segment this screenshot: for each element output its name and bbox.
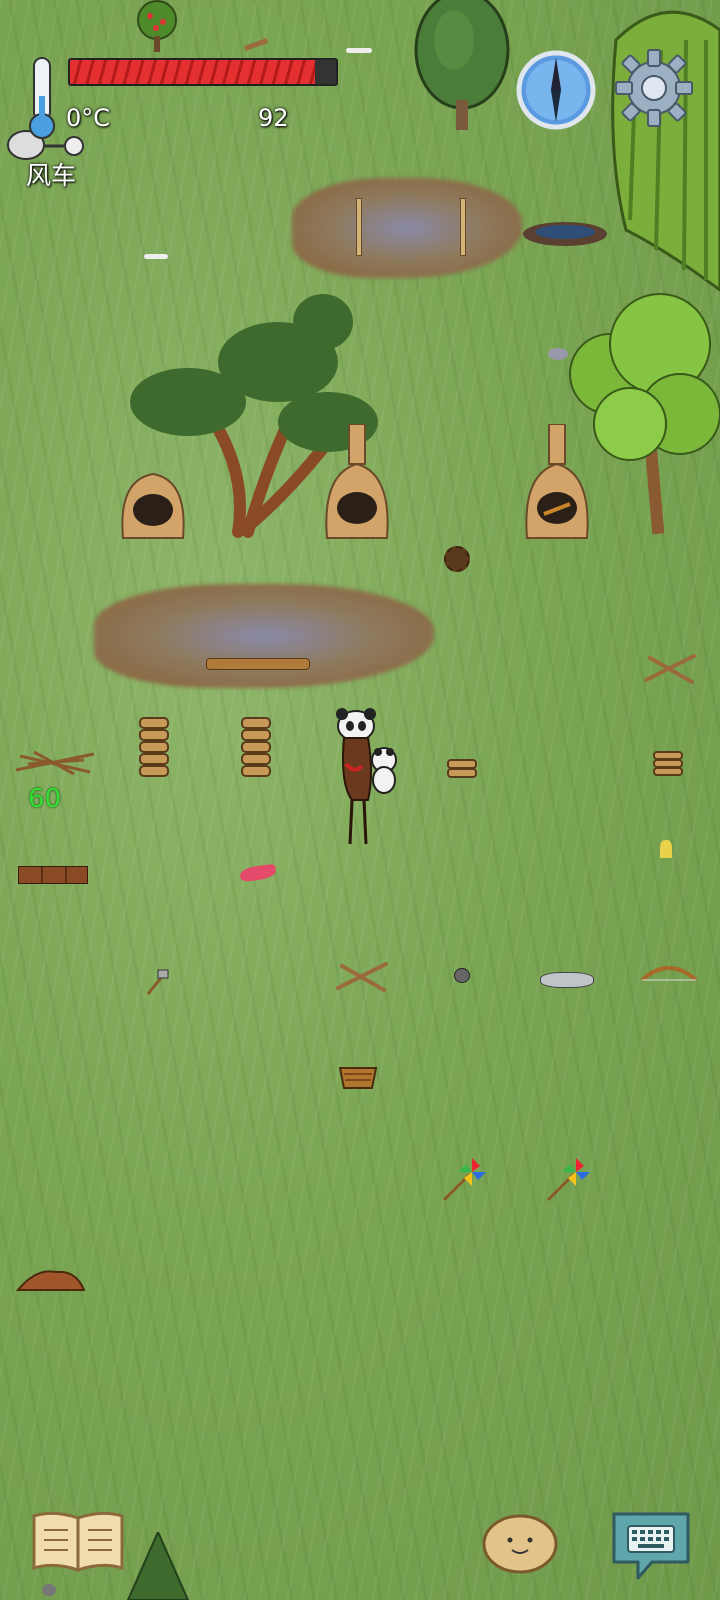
raw-meat-item[interactable] <box>239 863 277 883</box>
dirt-mound[interactable] <box>16 1266 86 1292</box>
game-world[interactable]: 60 <box>0 0 720 1600</box>
adobe-oven[interactable] <box>118 460 188 540</box>
sapling-tree[interactable] <box>118 1532 198 1600</box>
wooden-stake[interactable] <box>356 198 362 256</box>
burdock-item[interactable] <box>444 546 470 572</box>
health-bar <box>68 58 338 86</box>
biome-label: 风车 <box>26 161 77 190</box>
clay-plate-stack[interactable] <box>446 758 478 780</box>
temperature-readout: 0°C <box>66 104 111 132</box>
adobe-kiln[interactable] <box>322 424 392 540</box>
keyboard-speech-bubble-icon[interactable] <box>608 1508 694 1582</box>
clay-plate-stack[interactable] <box>652 750 684 778</box>
thermometer-icon <box>29 57 55 139</box>
potato-face-icon[interactable] <box>482 1512 558 1574</box>
shallow-well[interactable] <box>520 214 610 248</box>
stone-item[interactable] <box>548 348 568 360</box>
health-bar-fill <box>70 60 315 84</box>
pinwheel-item[interactable] <box>544 1156 594 1202</box>
gear-icon[interactable] <box>614 48 694 128</box>
log-item[interactable] <box>206 658 310 670</box>
kindling-pile[interactable] <box>14 746 96 776</box>
stone-hatchet[interactable] <box>144 968 170 996</box>
bow-item[interactable] <box>640 962 698 984</box>
item-stack-count: 60 <box>28 784 62 814</box>
wooden-stake[interactable] <box>460 198 466 256</box>
wooden-boards[interactable] <box>18 866 88 884</box>
round-stone[interactable] <box>42 1584 56 1596</box>
stacked-clay-bowls[interactable] <box>240 716 272 778</box>
sharp-stone[interactable] <box>540 972 594 988</box>
mud-puddle <box>292 178 522 278</box>
stacked-clay-bowls[interactable] <box>138 716 170 778</box>
woven-basket[interactable] <box>338 1062 378 1090</box>
bone-item[interactable] <box>144 254 168 259</box>
small-fruit-tree[interactable] <box>130 0 184 56</box>
bone-item[interactable] <box>346 48 372 53</box>
stick-item[interactable] <box>243 38 269 51</box>
crossed-sticks[interactable] <box>642 650 698 686</box>
player-character[interactable] <box>334 704 400 850</box>
health-value: 92 <box>258 104 289 132</box>
willow-tree[interactable] <box>606 0 720 300</box>
open-book-icon[interactable] <box>30 1510 126 1574</box>
cypress-tree[interactable] <box>412 0 512 135</box>
compass-icon[interactable] <box>516 50 596 130</box>
pinwheel-item[interactable] <box>440 1156 490 1202</box>
mud-puddle <box>94 584 434 688</box>
banana-item[interactable] <box>660 840 672 858</box>
maple-tree[interactable] <box>560 284 720 540</box>
round-stone[interactable] <box>454 968 470 983</box>
crossed-sticks[interactable] <box>334 958 390 994</box>
